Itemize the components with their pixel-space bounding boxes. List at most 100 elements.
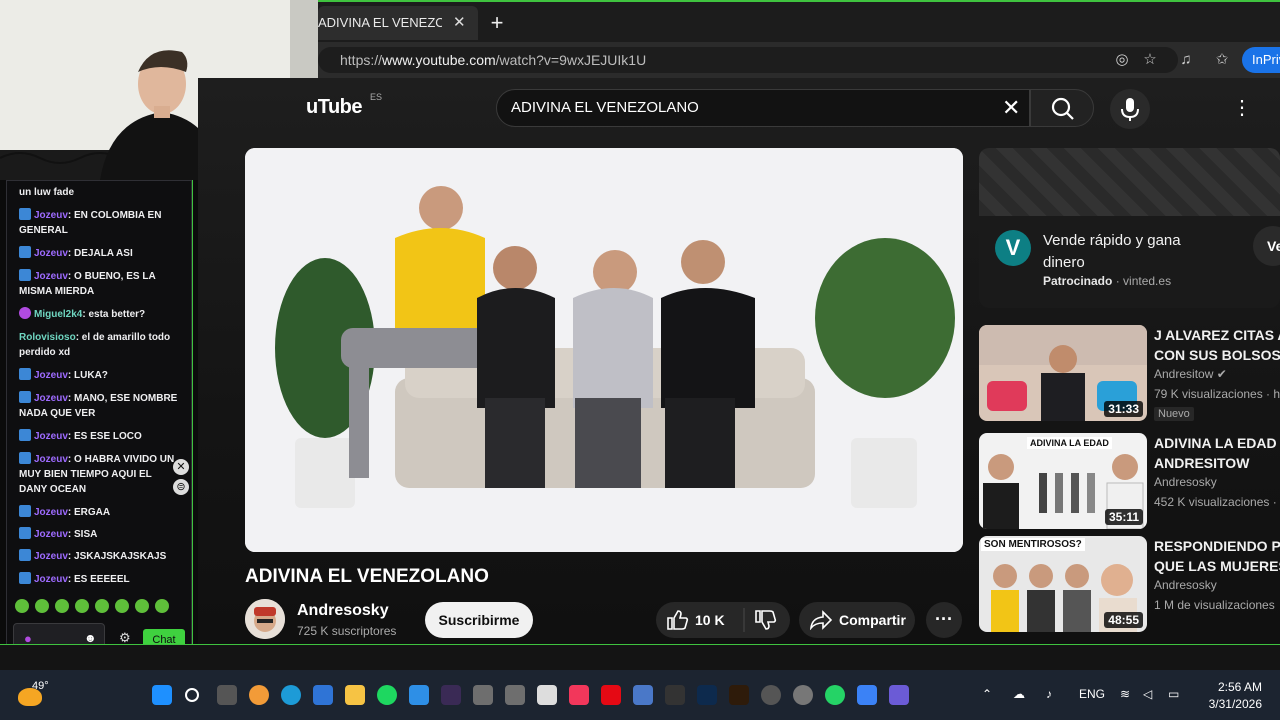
- settings-icon[interactable]: [793, 685, 813, 705]
- chat-username[interactable]: Jozeuv: [34, 529, 68, 540]
- app-icon[interactable]: [889, 685, 909, 705]
- close-icon[interactable]: ✕: [173, 459, 189, 475]
- clock-time[interactable]: 2:56 AM: [1214, 680, 1262, 694]
- close-tab-icon[interactable]: ✕: [453, 6, 466, 40]
- recommended-views: 452 K visualizaciones ·: [1154, 495, 1277, 509]
- file-explorer-icon[interactable]: [345, 685, 365, 705]
- defender-icon[interactable]: [409, 685, 429, 705]
- recommended-video[interactable]: ADIVINA LA EDAD 35:11 ADIVINA LA EDAD -A…: [979, 433, 1280, 529]
- more-options-icon[interactable]: ⋮: [1232, 95, 1252, 121]
- url-field[interactable]: https://www.youtube.com/watch?v=9wxJEJUI…: [318, 47, 1178, 73]
- language-indicator[interactable]: ENG: [1079, 687, 1105, 701]
- tracking-prevention-icon[interactable]: ◎: [1112, 50, 1132, 70]
- emote-icon[interactable]: [35, 599, 49, 613]
- new-tab-icon[interactable]: +: [486, 6, 508, 40]
- video-thumbnail[interactable]: SON MENTIROSOS? 48:55: [979, 536, 1147, 632]
- subscribe-button[interactable]: Suscribirme: [425, 602, 533, 638]
- netflix-icon[interactable]: [601, 685, 621, 705]
- calculator-icon[interactable]: [633, 685, 653, 705]
- chat-username[interactable]: Jozeuv: [34, 370, 68, 381]
- start-icon[interactable]: [152, 685, 172, 705]
- emoji-icon[interactable]: ☻: [84, 631, 97, 645]
- read-aloud-icon[interactable]: ♫: [1176, 50, 1196, 70]
- browser-tab[interactable]: ADIVINA EL VENEZOLANO - Y ✕: [318, 6, 478, 40]
- chat-username[interactable]: Jozeuv: [34, 271, 68, 282]
- favorite-star-icon[interactable]: ☆: [1140, 50, 1160, 70]
- clear-search-icon[interactable]: ✕: [1002, 95, 1020, 121]
- video-title: ADIVINA EL VENEZOLANO: [245, 566, 489, 587]
- ad-logo: V: [995, 230, 1031, 266]
- emote-icon[interactable]: [75, 599, 89, 613]
- youtube-logo[interactable]: uTube: [306, 96, 363, 119]
- title-line-2: ANDRESITOW: [1154, 455, 1250, 471]
- photoshop-icon[interactable]: [697, 685, 717, 705]
- cloud-icon[interactable]: ☁: [1013, 687, 1025, 701]
- chat-username[interactable]: Jozeuv: [34, 551, 68, 562]
- store-icon[interactable]: [313, 685, 333, 705]
- chat-username[interactable]: Jozeuv: [34, 507, 68, 518]
- copy-icon[interactable]: ⊜: [173, 479, 189, 495]
- emote-icon[interactable]: [95, 599, 109, 613]
- search-button[interactable]: [1030, 89, 1094, 127]
- clock-date[interactable]: 3/31/2026: [1204, 697, 1262, 711]
- search-icon: [1051, 97, 1074, 120]
- video-thumbnail[interactable]: 31:33: [979, 325, 1147, 421]
- illustrator-icon[interactable]: [729, 685, 749, 705]
- ad-cta-button[interactable]: Ve: [1253, 226, 1280, 266]
- weather-moon-icon[interactable]: [18, 688, 42, 706]
- browser-tab-bar: ADIVINA EL VENEZOLANO - Y ✕ +: [318, 0, 1280, 42]
- video-thumbnail[interactable]: ADIVINA LA EDAD 35:11: [979, 433, 1147, 529]
- recommended-video[interactable]: 31:33 J ALVAREZ CITAS A CON SUS BOLSOS An…: [979, 325, 1280, 421]
- microphone-icon[interactable]: ♪: [1046, 687, 1052, 701]
- chat-username[interactable]: Miguel2k4: [34, 309, 82, 320]
- more-actions-button[interactable]: ···: [926, 602, 962, 638]
- recommended-video[interactable]: SON MENTIROSOS? 48:55 RESPONDIENDO PR QUE…: [979, 536, 1280, 632]
- voice-search-button[interactable]: [1110, 89, 1150, 129]
- chat-username[interactable]: Jozeuv: [34, 210, 68, 221]
- task-view-icon[interactable]: [217, 685, 237, 705]
- user-badge-icon: [19, 368, 31, 380]
- wifi-icon[interactable]: ≋: [1120, 687, 1130, 701]
- app-icon[interactable]: [665, 685, 685, 705]
- edge-icon[interactable]: [281, 685, 301, 705]
- inprivate-badge[interactable]: InPriv: [1242, 47, 1280, 73]
- user-badge-icon: [19, 208, 31, 220]
- share-button[interactable]: Compartir: [799, 602, 915, 638]
- channel-name[interactable]: Andresosky: [297, 602, 389, 620]
- like-count[interactable]: 10 K: [695, 602, 725, 638]
- chat-username[interactable]: Jozeuv: [34, 248, 68, 259]
- volume-icon[interactable]: ◁: [1143, 687, 1152, 701]
- app-icon[interactable]: [473, 685, 493, 705]
- chat-username[interactable]: Jozeuv: [34, 454, 68, 465]
- chat-username[interactable]: Rolovisioso: [19, 332, 76, 343]
- obs-icon[interactable]: [441, 685, 461, 705]
- chat-username[interactable]: Jozeuv: [34, 574, 68, 585]
- app-icon[interactable]: [761, 685, 781, 705]
- chat-message: Miguel2k4: esta better?: [19, 307, 181, 322]
- emote-icon[interactable]: [15, 599, 29, 613]
- notepad-icon[interactable]: [537, 685, 557, 705]
- emote-icon[interactable]: [155, 599, 169, 613]
- search-icon[interactable]: [185, 688, 199, 702]
- sponsored-ad[interactable]: V Vende rápido y gana dinero Patrocinado…: [979, 148, 1280, 308]
- chat-username[interactable]: Jozeuv: [34, 393, 68, 404]
- app-icon[interactable]: [505, 685, 525, 705]
- emote-icon[interactable]: [135, 599, 149, 613]
- user-badge-icon: [19, 391, 31, 403]
- emote-icon[interactable]: [115, 599, 129, 613]
- app-icon[interactable]: [857, 685, 877, 705]
- video-duration: 35:11: [1104, 509, 1143, 525]
- favorites-icon[interactable]: ✩: [1212, 50, 1232, 70]
- channel-avatar[interactable]: [245, 599, 285, 639]
- battery-icon[interactable]: ▭: [1168, 687, 1179, 701]
- video-player[interactable]: [245, 148, 963, 552]
- copilot-icon[interactable]: [249, 685, 269, 705]
- spotify-icon[interactable]: [377, 685, 397, 705]
- youtube-page: uTube ES ADIVINA EL VENEZOLANO ✕ ⋮ ADIVI…: [198, 78, 1280, 644]
- chat-username[interactable]: Jozeuv: [34, 431, 68, 442]
- music-icon[interactable]: [569, 685, 589, 705]
- emote-icon[interactable]: [55, 599, 69, 613]
- whatsapp-icon[interactable]: [825, 685, 845, 705]
- chevron-up-icon[interactable]: ⌃: [982, 687, 992, 701]
- search-input[interactable]: ADIVINA EL VENEZOLANO: [496, 89, 1030, 127]
